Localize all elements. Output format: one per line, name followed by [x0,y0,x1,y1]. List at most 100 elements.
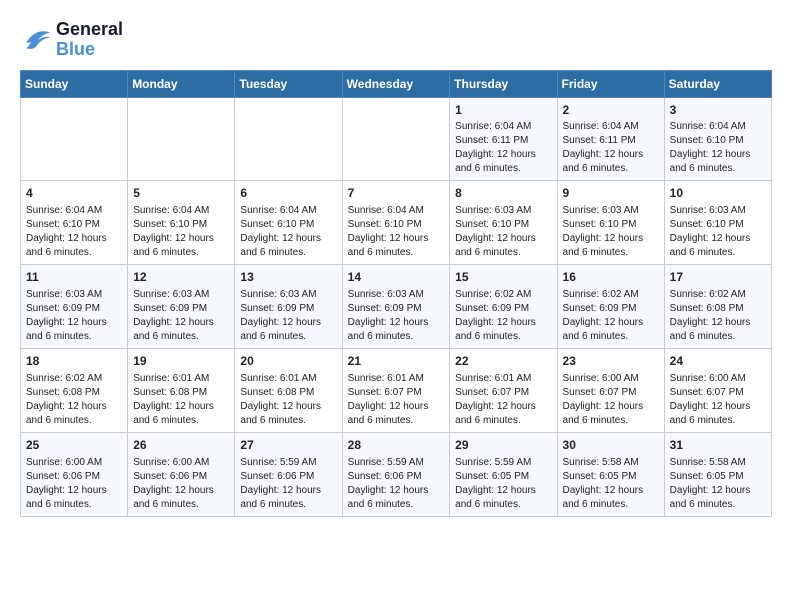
cell-content-line: Daylight: 12 hours and 6 minutes. [240,232,336,260]
cell-content-line: Sunset: 6:05 PM [455,470,551,484]
cell-content-line: Sunrise: 6:00 AM [133,456,229,470]
cell-content-line: Sunrise: 6:01 AM [240,372,336,386]
cell-content-line: Daylight: 12 hours and 6 minutes. [348,316,445,344]
calendar-cell: 18Sunrise: 6:02 AMSunset: 6:08 PMDayligh… [21,348,128,432]
cell-content-line: Sunrise: 6:03 AM [563,204,659,218]
day-number: 3 [670,102,766,119]
day-number: 4 [26,185,122,202]
calendar-week-2: 4Sunrise: 6:04 AMSunset: 6:10 PMDaylight… [21,181,772,265]
cell-content-line: Sunrise: 6:02 AM [455,288,551,302]
cell-content-line: Sunrise: 6:04 AM [240,204,336,218]
cell-content-line: Daylight: 12 hours and 6 minutes. [133,400,229,428]
header-day-saturday: Saturday [664,70,771,97]
cell-content-line: Sunset: 6:08 PM [133,386,229,400]
calendar-cell: 7Sunrise: 6:04 AMSunset: 6:10 PMDaylight… [342,181,450,265]
cell-content-line: Sunset: 6:10 PM [133,218,229,232]
cell-content-line: Sunrise: 6:04 AM [133,204,229,218]
calendar-cell: 13Sunrise: 6:03 AMSunset: 6:09 PMDayligh… [235,265,342,349]
header-day-tuesday: Tuesday [235,70,342,97]
calendar-cell: 2Sunrise: 6:04 AMSunset: 6:11 PMDaylight… [557,97,664,181]
calendar-cell: 19Sunrise: 6:01 AMSunset: 6:08 PMDayligh… [128,348,235,432]
cell-content-line: Daylight: 12 hours and 6 minutes. [348,484,445,512]
cell-content-line: Sunset: 6:11 PM [455,134,551,148]
cell-content-line: Sunset: 6:10 PM [670,218,766,232]
cell-content-line: Daylight: 12 hours and 6 minutes. [670,484,766,512]
cell-content-line: Sunset: 6:06 PM [240,470,336,484]
calendar-week-5: 25Sunrise: 6:00 AMSunset: 6:06 PMDayligh… [21,432,772,516]
calendar-body: 1Sunrise: 6:04 AMSunset: 6:11 PMDaylight… [21,97,772,516]
day-number: 8 [455,185,551,202]
cell-content-line: Daylight: 12 hours and 6 minutes. [670,316,766,344]
day-number: 25 [26,437,122,454]
calendar-cell: 9Sunrise: 6:03 AMSunset: 6:10 PMDaylight… [557,181,664,265]
calendar-cell: 30Sunrise: 5:58 AMSunset: 6:05 PMDayligh… [557,432,664,516]
cell-content-line: Daylight: 12 hours and 6 minutes. [133,316,229,344]
day-number: 2 [563,102,659,119]
day-number: 29 [455,437,551,454]
logo-text-line2: Blue [56,40,123,60]
cell-content-line: Daylight: 12 hours and 6 minutes. [455,484,551,512]
day-number: 30 [563,437,659,454]
cell-content-line: Sunrise: 6:04 AM [563,120,659,134]
cell-content-line: Daylight: 12 hours and 6 minutes. [455,148,551,176]
day-number: 13 [240,269,336,286]
cell-content-line: Daylight: 12 hours and 6 minutes. [670,232,766,260]
day-number: 10 [670,185,766,202]
cell-content-line: Sunrise: 6:03 AM [455,204,551,218]
calendar-cell: 25Sunrise: 6:00 AMSunset: 6:06 PMDayligh… [21,432,128,516]
calendar-cell: 4Sunrise: 6:04 AMSunset: 6:10 PMDaylight… [21,181,128,265]
cell-content-line: Daylight: 12 hours and 6 minutes. [26,232,122,260]
cell-content-line: Sunset: 6:09 PM [133,302,229,316]
day-number: 7 [348,185,445,202]
calendar-cell: 8Sunrise: 6:03 AMSunset: 6:10 PMDaylight… [450,181,557,265]
cell-content-line: Sunset: 6:10 PM [26,218,122,232]
calendar-cell [235,97,342,181]
day-number: 5 [133,185,229,202]
calendar-week-4: 18Sunrise: 6:02 AMSunset: 6:08 PMDayligh… [21,348,772,432]
day-number: 17 [670,269,766,286]
calendar-cell: 16Sunrise: 6:02 AMSunset: 6:09 PMDayligh… [557,265,664,349]
cell-content-line: Sunset: 6:10 PM [348,218,445,232]
day-number: 22 [455,353,551,370]
calendar-cell [128,97,235,181]
calendar-header: SundayMondayTuesdayWednesdayThursdayFrid… [21,70,772,97]
day-number: 6 [240,185,336,202]
cell-content-line: Daylight: 12 hours and 6 minutes. [240,484,336,512]
calendar-week-1: 1Sunrise: 6:04 AMSunset: 6:11 PMDaylight… [21,97,772,181]
day-number: 12 [133,269,229,286]
cell-content-line: Sunset: 6:06 PM [348,470,445,484]
cell-content-line: Daylight: 12 hours and 6 minutes. [670,400,766,428]
day-number: 16 [563,269,659,286]
cell-content-line: Sunrise: 6:01 AM [133,372,229,386]
calendar-cell: 31Sunrise: 5:58 AMSunset: 6:05 PMDayligh… [664,432,771,516]
cell-content-line: Sunrise: 6:03 AM [240,288,336,302]
cell-content-line: Daylight: 12 hours and 6 minutes. [240,316,336,344]
cell-content-line: Sunset: 6:11 PM [563,134,659,148]
cell-content-line: Sunset: 6:05 PM [670,470,766,484]
calendar-cell: 26Sunrise: 6:00 AMSunset: 6:06 PMDayligh… [128,432,235,516]
cell-content-line: Daylight: 12 hours and 6 minutes. [133,232,229,260]
cell-content-line: Daylight: 12 hours and 6 minutes. [240,400,336,428]
header-day-wednesday: Wednesday [342,70,450,97]
calendar-cell: 21Sunrise: 6:01 AMSunset: 6:07 PMDayligh… [342,348,450,432]
day-number: 28 [348,437,445,454]
cell-content-line: Sunset: 6:06 PM [133,470,229,484]
cell-content-line: Sunrise: 6:04 AM [348,204,445,218]
cell-content-line: Daylight: 12 hours and 6 minutes. [455,232,551,260]
cell-content-line: Sunrise: 6:00 AM [563,372,659,386]
logo-icon [20,26,52,54]
day-number: 26 [133,437,229,454]
day-number: 24 [670,353,766,370]
cell-content-line: Sunset: 6:05 PM [563,470,659,484]
cell-content-line: Sunrise: 6:01 AM [348,372,445,386]
day-number: 20 [240,353,336,370]
day-number: 21 [348,353,445,370]
cell-content-line: Sunset: 6:07 PM [348,386,445,400]
cell-content-line: Sunrise: 6:01 AM [455,372,551,386]
cell-content-line: Sunrise: 6:04 AM [670,120,766,134]
day-number: 18 [26,353,122,370]
cell-content-line: Sunrise: 5:59 AM [455,456,551,470]
calendar-cell: 24Sunrise: 6:00 AMSunset: 6:07 PMDayligh… [664,348,771,432]
cell-content-line: Daylight: 12 hours and 6 minutes. [455,316,551,344]
cell-content-line: Sunset: 6:07 PM [670,386,766,400]
